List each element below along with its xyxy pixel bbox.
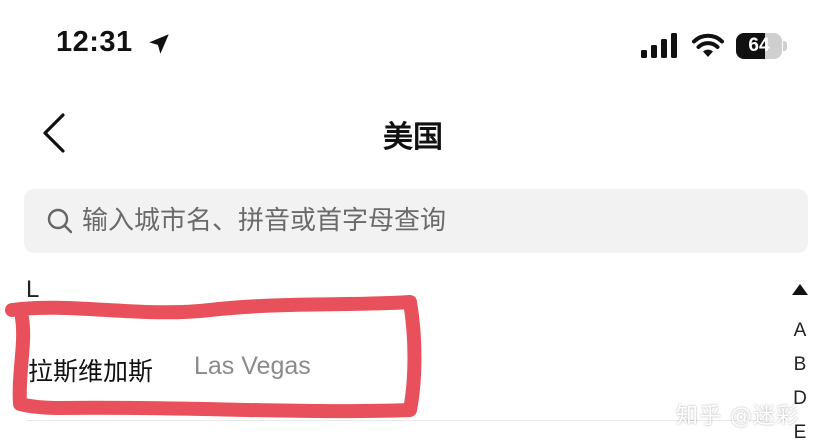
battery-icon: 64 (736, 33, 788, 59)
list-divider (26, 420, 770, 421)
page-title: 美国 (383, 120, 443, 155)
battery-nub (783, 41, 787, 51)
search-box[interactable] (24, 189, 808, 253)
status-time: 12:31 (56, 26, 133, 58)
battery-percentage: 64 (748, 35, 770, 56)
index-letter-a[interactable]: A (784, 320, 816, 342)
search-icon (47, 208, 73, 234)
battery-body: 64 (736, 33, 782, 59)
nav-bar: 美国 (0, 100, 826, 166)
status-bar: 12:31 64 (0, 0, 826, 90)
watermark: 知乎 @迷彩 (676, 404, 799, 429)
search-input[interactable] (82, 189, 782, 253)
wifi-icon (692, 33, 724, 57)
city-list-item[interactable]: 拉斯维加斯 Las Vegas (0, 340, 770, 400)
city-english-name: Las Vegas (194, 352, 311, 380)
section-header-letter: L (26, 276, 40, 303)
location-arrow-icon (149, 34, 169, 54)
index-letter-b[interactable]: B (784, 354, 816, 376)
city-name: 拉斯维加斯 (28, 357, 154, 386)
triangle-up-icon[interactable] (790, 280, 810, 300)
cellular-signal-icon (641, 33, 677, 58)
